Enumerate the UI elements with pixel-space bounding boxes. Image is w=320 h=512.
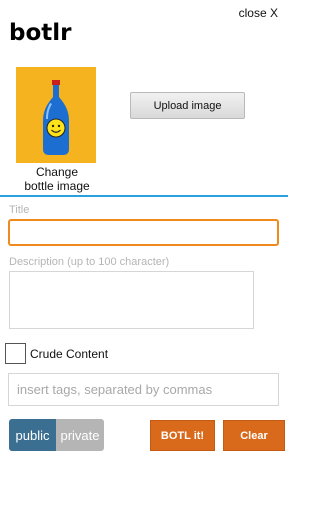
upload-image-button[interactable]: Upload image bbox=[130, 92, 245, 119]
title-input[interactable] bbox=[8, 219, 279, 246]
private-toggle[interactable]: private bbox=[56, 419, 104, 451]
botl-it-button[interactable]: BOTL it! bbox=[150, 420, 215, 451]
public-toggle[interactable]: public bbox=[9, 419, 56, 451]
bottle-icon bbox=[43, 80, 69, 155]
crude-content-checkbox[interactable] bbox=[5, 343, 26, 364]
description-label: Description (up to 100 character) bbox=[9, 256, 170, 268]
crude-content-label: Crude Content bbox=[30, 347, 109, 361]
app-title: botlr bbox=[9, 20, 72, 46]
clear-button[interactable]: Clear bbox=[223, 420, 285, 451]
visibility-toggle: public private bbox=[9, 419, 104, 451]
tags-input[interactable] bbox=[8, 373, 279, 406]
bottle-image[interactable] bbox=[16, 67, 96, 163]
close-button[interactable]: close X bbox=[239, 6, 278, 20]
title-label: Title bbox=[9, 204, 30, 216]
caption-line-1: Change bbox=[35, 165, 79, 179]
description-input[interactable] bbox=[9, 271, 254, 329]
change-bottle-image-label[interactable]: Change bottle image bbox=[2, 165, 112, 193]
section-divider bbox=[0, 195, 288, 197]
caption-line-2: bottle image bbox=[24, 179, 90, 193]
